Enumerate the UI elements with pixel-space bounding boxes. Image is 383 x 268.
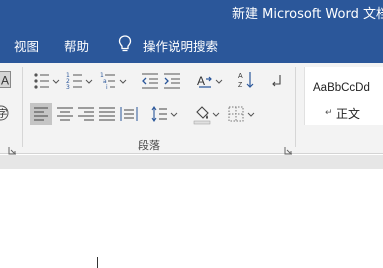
tab-view[interactable]: 视图: [14, 36, 39, 55]
svg-text:i: i: [106, 84, 108, 90]
tab-help[interactable]: 帮助: [64, 36, 89, 55]
window-title: 新建 Microsoft Word 文档: [232, 7, 383, 22]
numbering-button[interactable]: 1 2 3: [66, 72, 96, 90]
lightbulb-icon[interactable]: [116, 34, 134, 54]
svg-text:A: A: [197, 74, 205, 88]
style-preview-text: AaBbCcDd: [313, 82, 370, 94]
align-left-button[interactable]: [30, 103, 52, 125]
svg-text:3: 3: [66, 84, 70, 90]
increase-indent-button[interactable]: [163, 72, 181, 90]
shading-button[interactable]: [193, 103, 223, 125]
svg-text:A: A: [1, 74, 9, 88]
ribbon: A 字 1 2 3 1 a i A A Z 段落 AaBbCcDd ↵ 正文: [0, 63, 383, 155]
paragraph-group-label: 段落: [138, 139, 160, 152]
document-page[interactable]: [0, 169, 383, 268]
svg-text:Z: Z: [238, 82, 243, 89]
align-right-button[interactable]: [77, 103, 95, 125]
chinese-layout-button[interactable]: A: [196, 72, 226, 90]
text-highlight-button[interactable]: A: [0, 70, 12, 90]
sort-button[interactable]: A Z: [238, 70, 256, 90]
svg-text:字: 字: [0, 107, 8, 120]
group-separator: [22, 67, 23, 147]
style-normal[interactable]: AaBbCcDd ↵ 正文: [304, 67, 383, 125]
borders-button[interactable]: [228, 103, 258, 125]
ribbon-tabs: 视图 帮助 操作说明搜索: [0, 25, 383, 63]
title-bar: 新建 Microsoft Word 文档: [0, 0, 383, 25]
tell-me-search[interactable]: 操作说明搜索: [143, 36, 218, 55]
distributed-button[interactable]: [120, 103, 138, 125]
paragraph-mark-icon: ↵: [325, 108, 333, 118]
decrease-indent-button[interactable]: [141, 72, 159, 90]
group-separator: [295, 67, 296, 147]
font-dialog-launcher-icon[interactable]: [8, 140, 17, 155]
align-center-button[interactable]: [56, 103, 74, 125]
style-name-label: 正文: [336, 107, 361, 121]
justify-button[interactable]: [98, 103, 116, 125]
bullets-button[interactable]: [33, 72, 63, 90]
text-cursor: [97, 257, 98, 268]
svg-text:A: A: [238, 73, 243, 80]
show-formatting-marks-button[interactable]: [270, 72, 284, 90]
line-spacing-button[interactable]: [151, 103, 179, 125]
paragraph-dialog-launcher-icon[interactable]: [284, 140, 293, 155]
enclosed-character-button[interactable]: 字: [0, 104, 10, 122]
multilevel-list-button[interactable]: 1 a i: [100, 72, 130, 90]
document-area: [0, 155, 383, 268]
